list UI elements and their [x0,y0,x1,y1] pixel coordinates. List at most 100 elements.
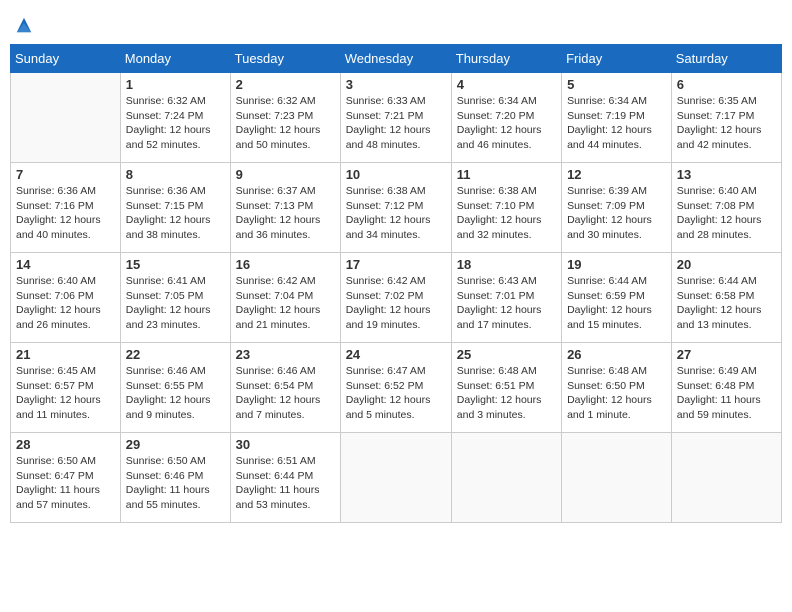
day-info: Sunrise: 6:43 AMSunset: 7:01 PMDaylight:… [457,274,556,333]
day-info: Sunrise: 6:50 AMSunset: 6:47 PMDaylight:… [16,454,115,513]
day-info: Sunrise: 6:36 AMSunset: 7:15 PMDaylight:… [126,184,225,243]
calendar-cell: 23 Sunrise: 6:46 AMSunset: 6:54 PMDayligh… [230,343,340,433]
calendar-cell: 6 Sunrise: 6:35 AMSunset: 7:17 PMDaylight… [671,73,781,163]
day-info: Sunrise: 6:42 AMSunset: 7:04 PMDaylight:… [236,274,335,333]
calendar-cell: 30 Sunrise: 6:51 AMSunset: 6:44 PMDayligh… [230,433,340,523]
calendar-cell: 5 Sunrise: 6:34 AMSunset: 7:19 PMDaylight… [562,73,672,163]
logo-icon [15,16,33,34]
day-number: 18 [457,257,556,272]
day-number: 10 [346,167,446,182]
day-info: Sunrise: 6:50 AMSunset: 6:46 PMDaylight:… [126,454,225,513]
day-number: 22 [126,347,225,362]
calendar-cell: 29 Sunrise: 6:50 AMSunset: 6:46 PMDayligh… [120,433,230,523]
day-info: Sunrise: 6:37 AMSunset: 7:13 PMDaylight:… [236,184,335,243]
logo [14,16,33,32]
calendar-cell: 28 Sunrise: 6:50 AMSunset: 6:47 PMDayligh… [11,433,121,523]
calendar-cell: 27Sunrise: 6:49 AMSunset: 6:48 PMDayligh… [671,343,781,433]
day-number: 11 [457,167,556,182]
calendar-cell: 18 Sunrise: 6:43 AMSunset: 7:01 PMDayligh… [451,253,561,343]
day-number: 6 [677,77,776,92]
day-number: 25 [457,347,556,362]
day-number: 15 [126,257,225,272]
weekday-header: Sunday [11,45,121,73]
day-number: 14 [16,257,115,272]
calendar-cell: 24 Sunrise: 6:47 AMSunset: 6:52 PMDayligh… [340,343,451,433]
calendar-cell: 26 Sunrise: 6:48 AMSunset: 6:50 PMDayligh… [562,343,672,433]
day-info: Sunrise: 6:35 AMSunset: 7:17 PMDaylight:… [677,94,776,153]
day-number: 7 [16,167,115,182]
calendar-cell [671,433,781,523]
day-info: Sunrise: 6:32 AMSunset: 7:23 PMDaylight:… [236,94,335,153]
day-number: 4 [457,77,556,92]
weekday-header: Monday [120,45,230,73]
calendar-week-row: 14 Sunrise: 6:40 AMSunset: 7:06 PMDayligh… [11,253,782,343]
day-info: Sunrise: 6:44 AMSunset: 6:58 PMDaylight:… [677,274,776,333]
day-number: 1 [126,77,225,92]
calendar-cell: 16 Sunrise: 6:42 AMSunset: 7:04 PMDayligh… [230,253,340,343]
day-info: Sunrise: 6:38 AMSunset: 7:10 PMDaylight:… [457,184,556,243]
calendar-cell [451,433,561,523]
day-info: Sunrise: 6:38 AMSunset: 7:12 PMDaylight:… [346,184,446,243]
day-number: 30 [236,437,335,452]
calendar-week-row: 7 Sunrise: 6:36 AMSunset: 7:16 PMDaylight… [11,163,782,253]
calendar-cell: 8 Sunrise: 6:36 AMSunset: 7:15 PMDaylight… [120,163,230,253]
day-info: Sunrise: 6:34 AMSunset: 7:20 PMDaylight:… [457,94,556,153]
calendar-cell [11,73,121,163]
weekday-header: Thursday [451,45,561,73]
calendar-cell: 21Sunrise: 6:45 AMSunset: 6:57 PMDayligh… [11,343,121,433]
day-info: Sunrise: 6:40 AMSunset: 7:06 PMDaylight:… [16,274,115,333]
day-info: Sunrise: 6:39 AMSunset: 7:09 PMDaylight:… [567,184,666,243]
calendar-cell: 12Sunrise: 6:39 AMSunset: 7:09 PMDayligh… [562,163,672,253]
calendar-cell: 13 Sunrise: 6:40 AMSunset: 7:08 PMDayligh… [671,163,781,253]
day-number: 23 [236,347,335,362]
calendar-cell: 15 Sunrise: 6:41 AMSunset: 7:05 PMDayligh… [120,253,230,343]
calendar-cell [562,433,672,523]
day-info: Sunrise: 6:36 AMSunset: 7:16 PMDaylight:… [16,184,115,243]
day-number: 13 [677,167,776,182]
calendar-cell: 2 Sunrise: 6:32 AMSunset: 7:23 PMDaylight… [230,73,340,163]
day-info: Sunrise: 6:41 AMSunset: 7:05 PMDaylight:… [126,274,225,333]
calendar-cell: 1Sunrise: 6:32 AMSunset: 7:24 PMDaylight… [120,73,230,163]
day-info: Sunrise: 6:34 AMSunset: 7:19 PMDaylight:… [567,94,666,153]
calendar-week-row: 28 Sunrise: 6:50 AMSunset: 6:47 PMDayligh… [11,433,782,523]
day-number: 28 [16,437,115,452]
calendar-cell: 9 Sunrise: 6:37 AMSunset: 7:13 PMDaylight… [230,163,340,253]
weekday-header: Saturday [671,45,781,73]
day-number: 29 [126,437,225,452]
day-number: 3 [346,77,446,92]
day-info: Sunrise: 6:47 AMSunset: 6:52 PMDaylight:… [346,364,446,423]
day-number: 24 [346,347,446,362]
weekday-header: Tuesday [230,45,340,73]
calendar-header-row: SundayMondayTuesdayWednesdayThursdayFrid… [11,45,782,73]
calendar-cell: 25 Sunrise: 6:48 AMSunset: 6:51 PMDayligh… [451,343,561,433]
day-info: Sunrise: 6:51 AMSunset: 6:44 PMDaylight:… [236,454,335,513]
day-number: 20 [677,257,776,272]
calendar-cell: 17 Sunrise: 6:42 AMSunset: 7:02 PMDayligh… [340,253,451,343]
day-number: 26 [567,347,666,362]
calendar-cell: 11 Sunrise: 6:38 AMSunset: 7:10 PMDayligh… [451,163,561,253]
day-info: Sunrise: 6:40 AMSunset: 7:08 PMDaylight:… [677,184,776,243]
day-info: Sunrise: 6:46 AMSunset: 6:55 PMDaylight:… [126,364,225,423]
day-info: Sunrise: 6:42 AMSunset: 7:02 PMDaylight:… [346,274,446,333]
day-info: Sunrise: 6:48 AMSunset: 6:50 PMDaylight:… [567,364,666,423]
day-number: 5 [567,77,666,92]
calendar-week-row: 21Sunrise: 6:45 AMSunset: 6:57 PMDayligh… [11,343,782,433]
day-info: Sunrise: 6:48 AMSunset: 6:51 PMDaylight:… [457,364,556,423]
calendar-cell: 3Sunrise: 6:33 AMSunset: 7:21 PMDaylight… [340,73,451,163]
day-number: 16 [236,257,335,272]
day-number: 17 [346,257,446,272]
weekday-header: Friday [562,45,672,73]
day-number: 9 [236,167,335,182]
day-info: Sunrise: 6:44 AMSunset: 6:59 PMDaylight:… [567,274,666,333]
day-number: 8 [126,167,225,182]
calendar-table: SundayMondayTuesdayWednesdayThursdayFrid… [10,44,782,523]
day-info: Sunrise: 6:46 AMSunset: 6:54 PMDaylight:… [236,364,335,423]
calendar-cell: 20 Sunrise: 6:44 AMSunset: 6:58 PMDayligh… [671,253,781,343]
day-info: Sunrise: 6:49 AMSunset: 6:48 PMDaylight:… [677,364,776,423]
day-number: 19 [567,257,666,272]
calendar-cell: 10 Sunrise: 6:38 AMSunset: 7:12 PMDayligh… [340,163,451,253]
day-number: 2 [236,77,335,92]
calendar-week-row: 1Sunrise: 6:32 AMSunset: 7:24 PMDaylight… [11,73,782,163]
day-number: 21 [16,347,115,362]
calendar-cell [340,433,451,523]
